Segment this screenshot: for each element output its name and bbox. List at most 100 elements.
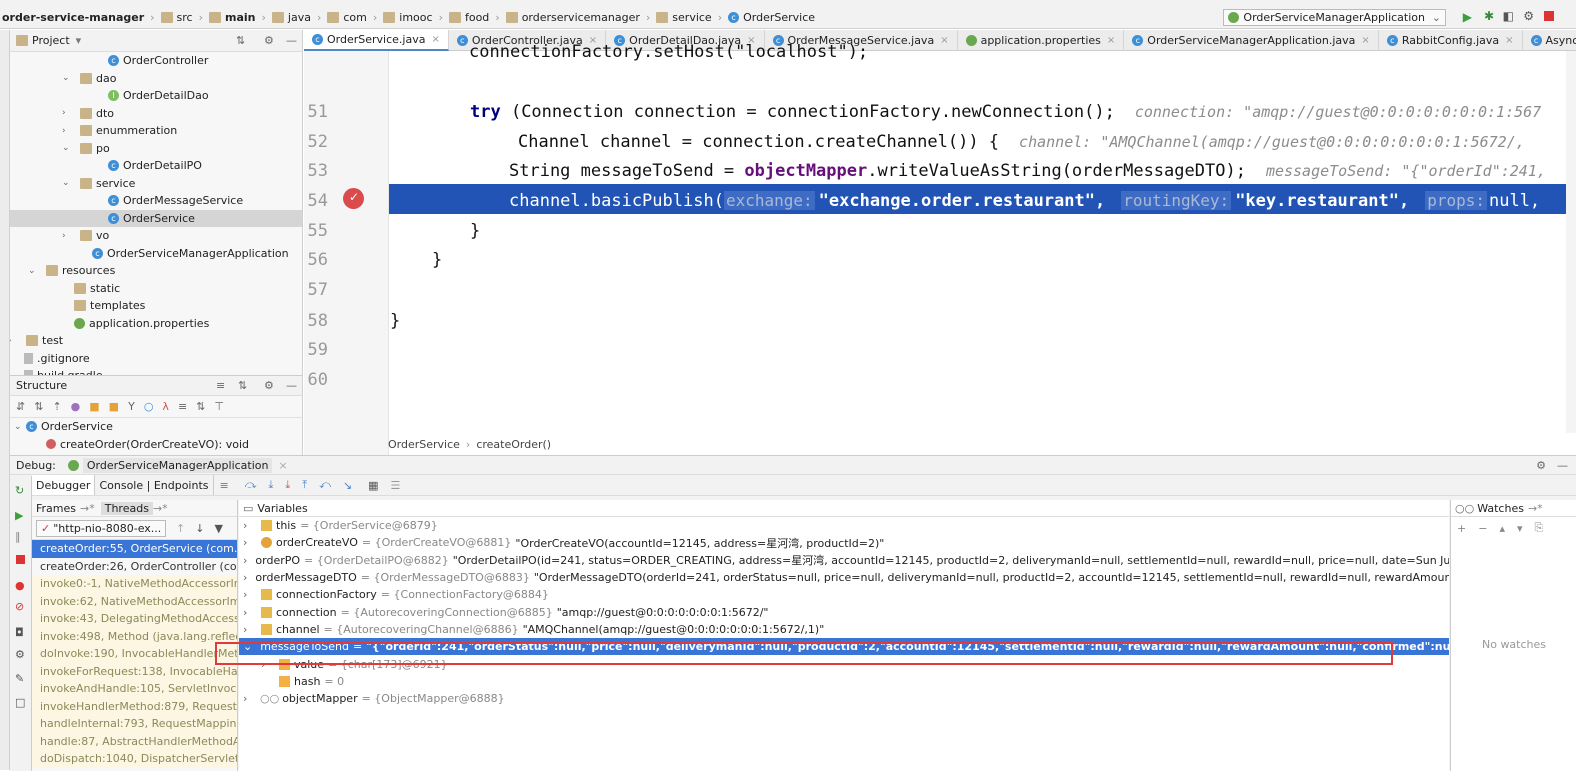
run-icon[interactable]: ▶ xyxy=(1463,10,1472,24)
pause-icon[interactable]: ‖ xyxy=(15,530,21,543)
tree-item[interactable]: c OrderService xyxy=(10,209,302,227)
copy-icon[interactable]: ⎘ xyxy=(1535,521,1544,535)
breadcrumb-item[interactable]: › food xyxy=(433,11,490,24)
stop-icon[interactable] xyxy=(16,555,25,564)
tree-item[interactable]: › dto xyxy=(10,105,302,123)
code-line[interactable]: try (Connection connection = connectionF… xyxy=(470,102,1541,122)
frame-row[interactable]: doInvoke:190, InvocableHandlerMethod xyxy=(32,645,237,663)
tree-item[interactable]: c OrderMessageService xyxy=(10,192,302,210)
resume-icon[interactable]: ▶ xyxy=(15,509,23,522)
up-icon[interactable]: ▴ xyxy=(1499,522,1505,535)
chevron-right-icon[interactable]: › xyxy=(243,692,257,705)
breadcrumb-item[interactable]: › main xyxy=(193,11,256,24)
collapse-icon[interactable]: ⇅ xyxy=(236,34,245,47)
tree-item[interactable]: › test xyxy=(10,332,302,350)
tab-console-endpoints[interactable]: Console | Endpoints xyxy=(95,475,214,495)
chevron-down-icon[interactable]: ▾ xyxy=(76,34,82,47)
frame-row[interactable]: doDispatch:1040, DispatcherServlet (org. xyxy=(32,750,237,768)
show-lambda-icon[interactable]: λ xyxy=(162,400,169,413)
variable-row[interactable]: › connectionFactory = {ConnectionFactory@6… xyxy=(239,586,1449,603)
collapse-icon[interactable]: ⇅ xyxy=(238,379,247,392)
thread-select[interactable]: ✓ "http-nio-8080-ex... xyxy=(36,519,166,537)
variable-row[interactable]: › orderMessageDTO = {OrderMessageDTO@6883}… xyxy=(239,569,1449,586)
tree-item[interactable]: I OrderDetailDao xyxy=(10,87,302,105)
tree-item[interactable]: › vo xyxy=(10,227,302,245)
collapse-all-icon[interactable]: ⇅ xyxy=(196,400,205,413)
down-icon[interactable]: ▾ xyxy=(1517,522,1523,535)
code-line[interactable]: Channel channel = connection.createChann… xyxy=(518,132,1525,152)
chevron-down-icon[interactable]: ⌄ xyxy=(28,266,40,276)
chevron-right-icon[interactable]: › xyxy=(243,623,257,636)
sort-visibility-icon[interactable]: ⇅ xyxy=(34,400,43,413)
tree-item[interactable]: static xyxy=(10,280,302,298)
chevron-right-icon[interactable]: › xyxy=(243,606,257,619)
tab-frames[interactable]: Frames xyxy=(32,502,80,515)
chevron-right-icon[interactable]: › xyxy=(243,519,257,532)
variable-row[interactable]: › orderPO = {OrderDetailPO@6882} "OrderDeta… xyxy=(239,552,1449,569)
drop-frame-icon[interactable]: ⤺ xyxy=(319,478,331,492)
tree-item[interactable]: ⌄ service xyxy=(10,175,302,193)
gear-icon[interactable]: ⚙ xyxy=(1536,459,1546,472)
chevron-right-icon[interactable]: › xyxy=(243,571,247,584)
chevron-down-icon[interactable]: ⌄ xyxy=(62,143,74,153)
variable-row[interactable]: › connection = {AutorecoveringConnection@6… xyxy=(239,603,1449,620)
debug-config-tab[interactable]: OrderServiceManagerApplication xyxy=(82,457,273,473)
show-non-public-icon[interactable]: ■ xyxy=(109,400,119,413)
frame-row[interactable]: invokeAndHandle:105, ServletInvocableH xyxy=(32,680,237,698)
frame-row[interactable]: handleInternal:793, RequestMappingHan xyxy=(32,715,237,733)
tab-debugger[interactable]: Debugger xyxy=(32,475,96,495)
frame-row[interactable]: invoke0:-1, NativeMethodAccessorImpl ( xyxy=(32,575,237,593)
editor-tab[interactable]: cAsyncTaskConfig.java× xyxy=(1523,30,1576,51)
rerun-icon[interactable]: ↻ xyxy=(15,484,24,497)
code-line[interactable]: } xyxy=(432,250,442,270)
breadcrumb-item[interactable]: › imooc xyxy=(367,11,433,24)
editor-scrollbar[interactable] xyxy=(1566,51,1576,433)
add-watch-icon[interactable]: + xyxy=(1457,522,1466,535)
chevron-right-icon[interactable]: › xyxy=(243,588,257,601)
gear-icon[interactable]: ⚙ xyxy=(264,379,274,392)
chevron-right-icon[interactable]: › xyxy=(62,231,74,241)
show-fields-icon[interactable]: ■ xyxy=(89,400,99,413)
editor-crumb-class[interactable]: OrderService xyxy=(388,438,460,451)
code-line[interactable]: connectionFactory.setHost("localhost"); xyxy=(469,42,868,62)
coverage-icon[interactable]: ◧ xyxy=(1503,9,1514,23)
chevron-right-icon[interactable]: › xyxy=(10,336,20,346)
chevron-down-icon[interactable]: ⌄ xyxy=(62,73,74,83)
frame-row[interactable]: createOrder:55, OrderService (com.imoo xyxy=(32,540,237,558)
close-icon[interactable]: × xyxy=(1361,35,1369,46)
pin-icon[interactable]: ✎ xyxy=(15,672,24,685)
breadcrumb-item[interactable]: order-service-manager xyxy=(2,11,144,24)
variable-row[interactable]: › channel = {AutorecoveringChannel@6886} "A… xyxy=(239,621,1449,638)
editor-tab[interactable]: c OrderServiceManagerApplication.java × xyxy=(1124,30,1379,51)
close-icon[interactable]: × xyxy=(278,459,287,472)
tree-item[interactable]: › enummeration xyxy=(10,122,302,140)
breadcrumb-item[interactable]: › src xyxy=(144,11,192,24)
gear-icon[interactable]: ⚙ xyxy=(264,34,274,47)
mute-breakpoints-icon[interactable]: ⊘ xyxy=(15,600,24,613)
chevron-right-icon[interactable]: › xyxy=(243,536,257,549)
variable-row[interactable]: › orderCreateVO = {OrderCreateVO@6881} "Ord… xyxy=(239,534,1449,551)
filter-icon[interactable]: ▼ xyxy=(214,522,222,535)
tree-item[interactable]: build.gradle xyxy=(10,367,302,375)
chevron-down-icon[interactable]: ⌄ xyxy=(14,422,26,432)
code-line[interactable]: channel.basicPublish(exchange: "exchange.… xyxy=(509,191,1540,211)
down-arrow-icon[interactable]: ↓ xyxy=(195,522,204,535)
tree-item[interactable]: c OrderController xyxy=(10,52,302,70)
editor-tab[interactable]: application.properties × xyxy=(958,30,1125,51)
tree-item[interactable]: ⌄ resources xyxy=(10,262,302,280)
code-line[interactable]: String messageToSend = objectMapper.writ… xyxy=(509,161,1546,181)
step-out-icon[interactable]: ⤒ xyxy=(302,478,307,492)
expand-all-icon[interactable]: ≡ xyxy=(178,400,187,413)
close-icon[interactable]: × xyxy=(940,35,948,46)
tab-threads[interactable]: Threads xyxy=(100,501,153,515)
sort-icon[interactable]: ≡ xyxy=(216,379,225,392)
step-into-icon[interactable]: ⤓ xyxy=(269,478,274,492)
tree-item[interactable]: .gitignore xyxy=(10,350,302,368)
tree-item[interactable]: templates xyxy=(10,297,302,315)
chevron-right-icon[interactable]: › xyxy=(243,554,247,567)
structure-method[interactable]: createOrder(OrderCreateVO): void xyxy=(10,436,302,454)
show-anonymous-icon[interactable]: ○ xyxy=(144,400,154,413)
editor-tab[interactable]: c OrderService.java × xyxy=(304,30,449,51)
run-config-select[interactable]: OrderServiceManagerApplication ⌄ xyxy=(1223,9,1446,26)
settings-icon[interactable]: ⚙ xyxy=(15,648,25,661)
